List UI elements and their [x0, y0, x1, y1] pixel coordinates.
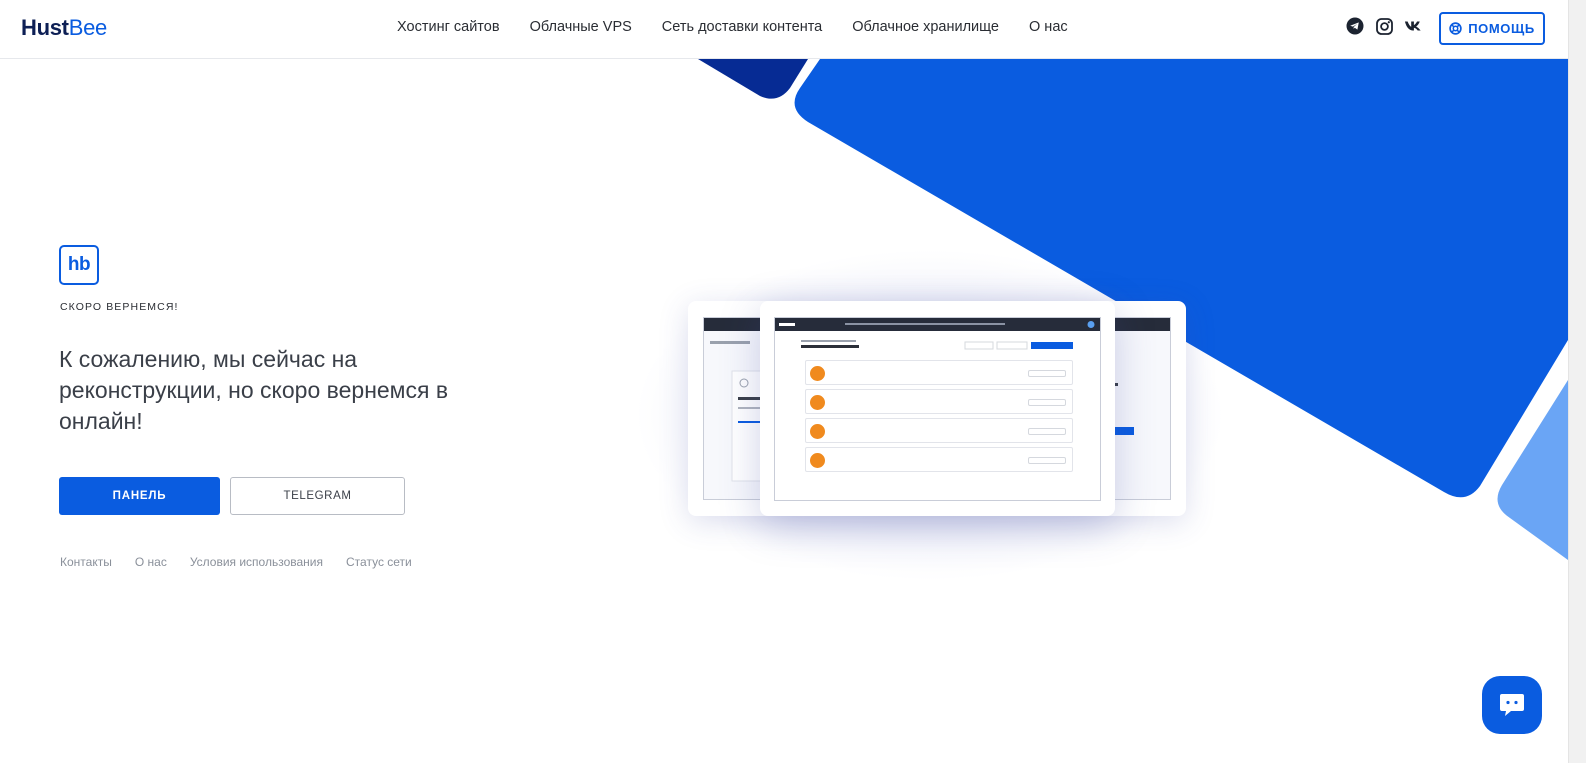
footer-link-terms[interactable]: Условия использования [190, 555, 323, 569]
dashboard-mockup-front [760, 301, 1115, 516]
nav-item-storage[interactable]: Облачное хранилище [852, 19, 999, 35]
footer-link-status[interactable]: Статус сети [346, 555, 412, 569]
maintenance-headline: К сожалению, мы сейчас на реконструкции,… [59, 346, 449, 434]
telegram-icon[interactable] [1346, 17, 1364, 35]
mockup-front-screen [774, 317, 1101, 501]
lifebuoy-icon [1449, 22, 1462, 35]
hb-badge-icon: hb [59, 245, 99, 285]
nav-item-hosting[interactable]: Хостинг сайтов [397, 19, 500, 35]
nav-item-about[interactable]: О нас [1029, 19, 1068, 35]
help-label: ПОМОЩЬ [1468, 21, 1535, 36]
main-nav: Хостинг сайтов Облачные VPS Сеть доставк… [397, 19, 1068, 35]
panel-button[interactable]: ПАНЕЛЬ [59, 477, 220, 515]
nav-item-vps[interactable]: Облачные VPS [530, 19, 632, 35]
site-header: HustBee Хостинг сайтов Облачные VPS Сеть… [0, 0, 1568, 59]
instagram-icon[interactable] [1375, 17, 1393, 35]
mockup-row-3 [805, 418, 1073, 443]
help-button[interactable]: ПОМОЩЬ [1439, 12, 1545, 45]
footer-link-contacts[interactable]: Контакты [60, 555, 112, 569]
chat-widget-button[interactable] [1482, 676, 1542, 734]
mockup-row-4 [805, 447, 1073, 472]
mockup-front-topbar [775, 318, 1100, 331]
mockup-row-2 [805, 389, 1073, 414]
mockup-row-1 [805, 360, 1073, 385]
chat-bubble-icon [1500, 694, 1524, 716]
logo-part2: Bee [68, 15, 108, 40]
kicker-text: СКОРО ВЕРНЕМСЯ! [60, 301, 179, 313]
mockup-front-content [801, 340, 1073, 350]
hustbee-logo[interactable]: HustBee [21, 15, 107, 41]
footer-links: Контакты О нас Условия использования Ста… [60, 555, 412, 569]
vk-icon[interactable] [1404, 17, 1422, 35]
telegram-button[interactable]: TELEGRAM [230, 477, 405, 515]
footer-link-about[interactable]: О нас [135, 555, 167, 569]
logo-part1: Hust [21, 15, 69, 40]
nav-item-cdn[interactable]: Сеть доставки контента [662, 19, 822, 35]
page-scrollbar[interactable] [1568, 0, 1586, 763]
social-links [1346, 17, 1422, 35]
